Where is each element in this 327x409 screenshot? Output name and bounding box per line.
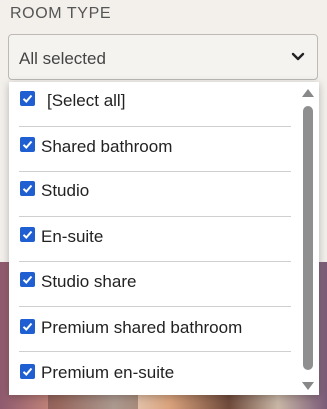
option-premium-en-suite[interactable]: Premium en-suite [9,352,301,395]
option-shared-bathroom[interactable]: Shared bathroom [9,127,301,172]
check-icon [22,140,33,149]
checkbox-premium-shared-bathroom[interactable] [20,319,35,334]
scroll-up-arrow-icon[interactable] [302,89,314,97]
checkbox-studio[interactable] [20,181,35,196]
option-label: Premium en-suite [41,363,175,382]
option-label: Premium shared bathroom [41,318,243,337]
check-icon [22,367,33,376]
option-studio-share[interactable]: Studio share [9,262,301,307]
room-type-label: ROOM TYPE [10,5,112,22]
option-studio[interactable]: Studio [9,172,301,217]
checkbox-premium-en-suite[interactable] [20,364,35,379]
option-label: En-suite [41,227,104,246]
check-icon [22,94,33,103]
option-select-all[interactable]: [Select all] [9,82,301,127]
option-en-suite[interactable]: En-suite [9,217,301,262]
check-icon [22,322,33,331]
checkbox-select-all[interactable] [20,91,35,106]
room-type-dropdown: [Select all] Shared bathroom Studio En-s… [9,82,319,395]
option-label: Studio [41,181,90,200]
scroll-down-arrow-icon[interactable] [302,382,314,390]
chevron-down-icon [291,52,305,61]
option-label: Shared bathroom [41,137,173,156]
room-type-select[interactable]: All selected [8,34,318,80]
checkbox-en-suite[interactable] [20,227,35,242]
option-label: [Select all] [47,91,126,110]
checkbox-shared-bathroom[interactable] [20,137,35,152]
option-label: Studio share [41,272,137,291]
check-icon [22,230,33,239]
check-icon [22,275,33,284]
option-premium-shared-bathroom[interactable]: Premium shared bathroom [9,307,301,352]
check-icon [22,184,33,193]
select-value: All selected [19,49,106,68]
checkbox-studio-share[interactable] [20,272,35,287]
scrollbar-thumb[interactable] [303,106,313,370]
dropdown-scrollbar[interactable] [301,82,315,395]
